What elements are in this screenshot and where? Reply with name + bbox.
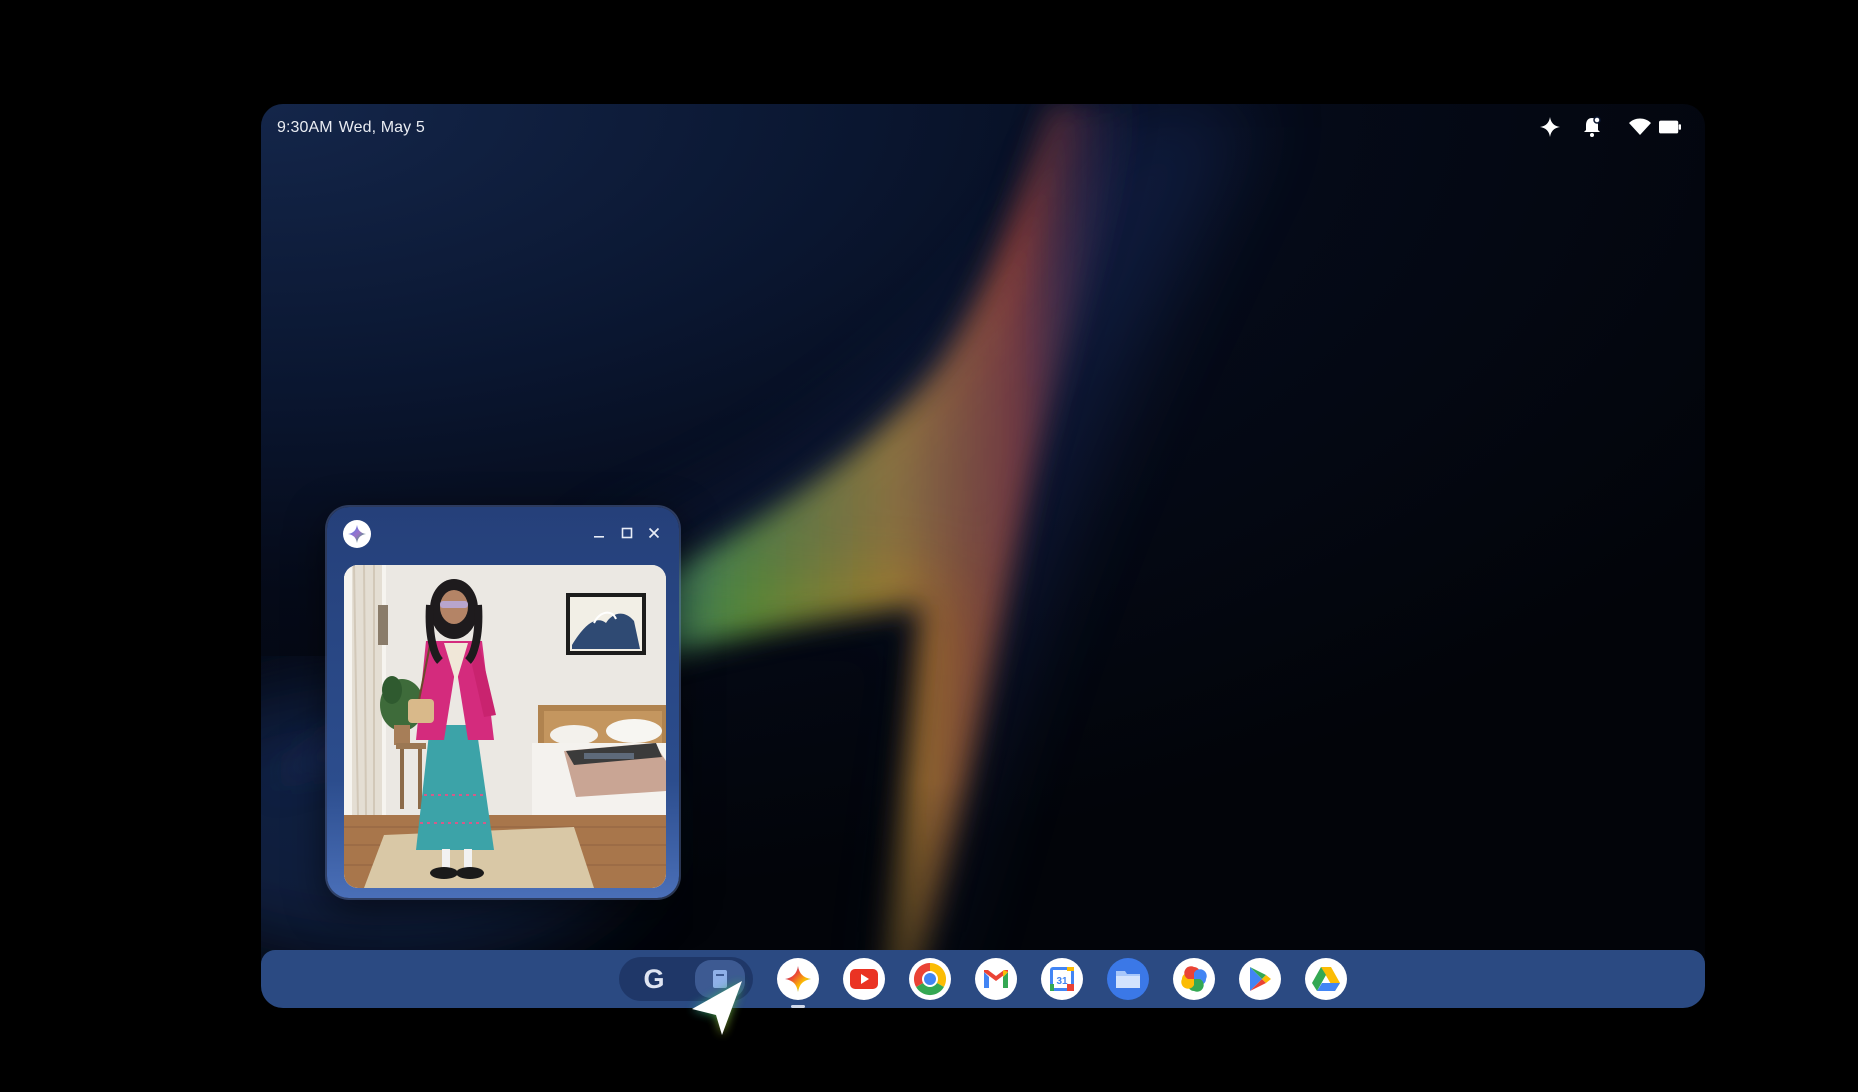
shelf-app-files[interactable]	[1107, 958, 1149, 1000]
maximize-icon[interactable]	[617, 523, 637, 543]
minimize-icon[interactable]	[589, 523, 609, 543]
youtube-icon	[850, 969, 878, 989]
mouse-cursor-icon	[692, 981, 742, 1035]
shelf-app-gemini[interactable]	[777, 958, 819, 1008]
floating-app-window[interactable]	[327, 507, 679, 898]
drive-icon	[1312, 967, 1340, 991]
calendar-icon: 31	[1050, 967, 1074, 991]
shelf-app-gmail[interactable]	[975, 958, 1017, 1000]
shelf: G 31	[261, 950, 1705, 1008]
sparkle-icon[interactable]	[1539, 116, 1561, 138]
battery-icon[interactable]	[1659, 116, 1681, 138]
status-time: 9:30AM	[277, 119, 333, 136]
notification-bell-icon[interactable]	[1581, 116, 1603, 138]
shelf-app-calendar[interactable]: 31	[1041, 958, 1083, 1000]
status-tray[interactable]	[1539, 116, 1681, 138]
chrome-icon	[913, 962, 947, 996]
window-titlebar[interactable]	[327, 507, 679, 555]
shelf-app-play-store[interactable]	[1239, 958, 1281, 1000]
status-clock[interactable]: 9:30AM Wed, May 5	[277, 119, 431, 137]
launcher-button[interactable]: G	[625, 959, 683, 999]
photo-woman-bedroom	[344, 565, 666, 888]
status-date: Wed, May 5	[338, 119, 425, 136]
desktop: 9:30AM Wed, May 5 G 31	[261, 104, 1705, 1008]
shelf-app-youtube[interactable]	[843, 958, 885, 1000]
photos-icon	[1181, 966, 1207, 992]
running-indicator	[791, 1005, 805, 1008]
gemini-icon	[343, 520, 371, 548]
gmail-icon	[984, 970, 1008, 988]
window-photo	[344, 565, 666, 888]
wifi-icon[interactable]	[1629, 116, 1651, 138]
shelf-app-photos[interactable]	[1173, 958, 1215, 1000]
shelf-app-chrome[interactable]	[909, 958, 951, 1000]
close-icon[interactable]	[644, 523, 664, 543]
files-icon	[1116, 971, 1140, 988]
launcher-letter: G	[643, 963, 665, 994]
shelf-app-drive[interactable]	[1305, 958, 1347, 1000]
play-store-icon	[1250, 967, 1271, 991]
calendar-day: 31	[1056, 976, 1068, 987]
gemini-icon	[785, 966, 811, 992]
